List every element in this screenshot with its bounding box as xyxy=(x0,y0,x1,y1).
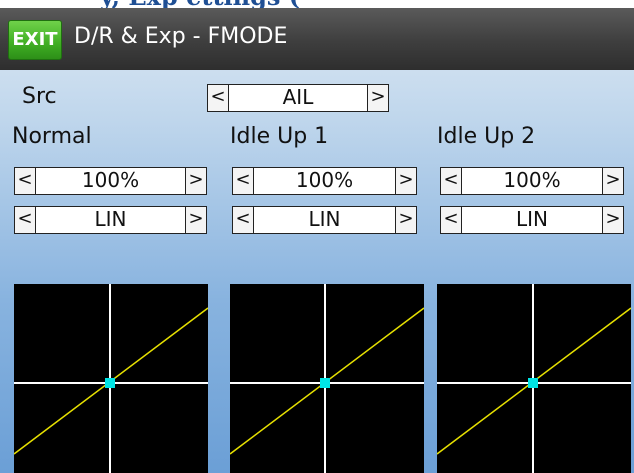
rate-value: 100% xyxy=(254,167,395,195)
curve-type-value: LIN xyxy=(36,206,185,234)
src-value: AIL xyxy=(229,84,367,112)
rate-selector-idle-up-1[interactable]: < 100% > xyxy=(232,167,417,195)
src-next-arrow-icon[interactable]: > xyxy=(367,84,389,112)
curve-selector-idle-up-1[interactable]: < LIN > xyxy=(232,206,417,234)
curve-next-arrow-icon[interactable]: > xyxy=(185,206,207,234)
src-prev-arrow-icon[interactable]: < xyxy=(207,84,229,112)
src-label: Src xyxy=(22,84,57,109)
center-point xyxy=(105,378,115,388)
curve-type-value: LIN xyxy=(254,206,395,234)
curve-next-arrow-icon[interactable]: > xyxy=(602,206,624,234)
curve-selector-normal[interactable]: < LIN > xyxy=(14,206,207,234)
mode-name-idle-up-1: Idle Up 1 xyxy=(230,124,329,149)
curve-prev-arrow-icon[interactable]: < xyxy=(14,206,36,234)
rate-next-arrow-icon[interactable]: > xyxy=(185,167,207,195)
title-bar: EXIT D/R & Exp - FMODE xyxy=(0,8,634,70)
curve-graph-normal xyxy=(14,284,208,473)
mode-name-idle-up-2: Idle Up 2 xyxy=(437,124,536,149)
page-heading-cut: y, Exp ettings ( xyxy=(0,0,634,8)
rate-next-arrow-icon[interactable]: > xyxy=(395,167,417,195)
curve-type-value: LIN xyxy=(462,206,602,234)
rate-value: 100% xyxy=(462,167,602,195)
rate-prev-arrow-icon[interactable]: < xyxy=(232,167,254,195)
curve-prev-arrow-icon[interactable]: < xyxy=(440,206,462,234)
rate-next-arrow-icon[interactable]: > xyxy=(602,167,624,195)
rate-selector-idle-up-2[interactable]: < 100% > xyxy=(440,167,624,195)
rate-value: 100% xyxy=(36,167,185,195)
curve-prev-arrow-icon[interactable]: < xyxy=(232,206,254,234)
rate-selector-normal[interactable]: < 100% > xyxy=(14,167,207,195)
center-point xyxy=(528,378,538,388)
rate-prev-arrow-icon[interactable]: < xyxy=(440,167,462,195)
src-selector[interactable]: < AIL > xyxy=(207,84,389,112)
curve-graph-idle-up-2 xyxy=(437,284,631,473)
center-point xyxy=(320,378,330,388)
curve-selector-idle-up-2[interactable]: < LIN > xyxy=(440,206,624,234)
rate-prev-arrow-icon[interactable]: < xyxy=(14,167,36,195)
curve-graph-idle-up-1 xyxy=(230,284,424,473)
mode-name-normal: Normal xyxy=(12,124,92,149)
page-title: D/R & Exp - FMODE xyxy=(74,24,288,49)
exit-button[interactable]: EXIT xyxy=(8,20,62,60)
curve-next-arrow-icon[interactable]: > xyxy=(395,206,417,234)
